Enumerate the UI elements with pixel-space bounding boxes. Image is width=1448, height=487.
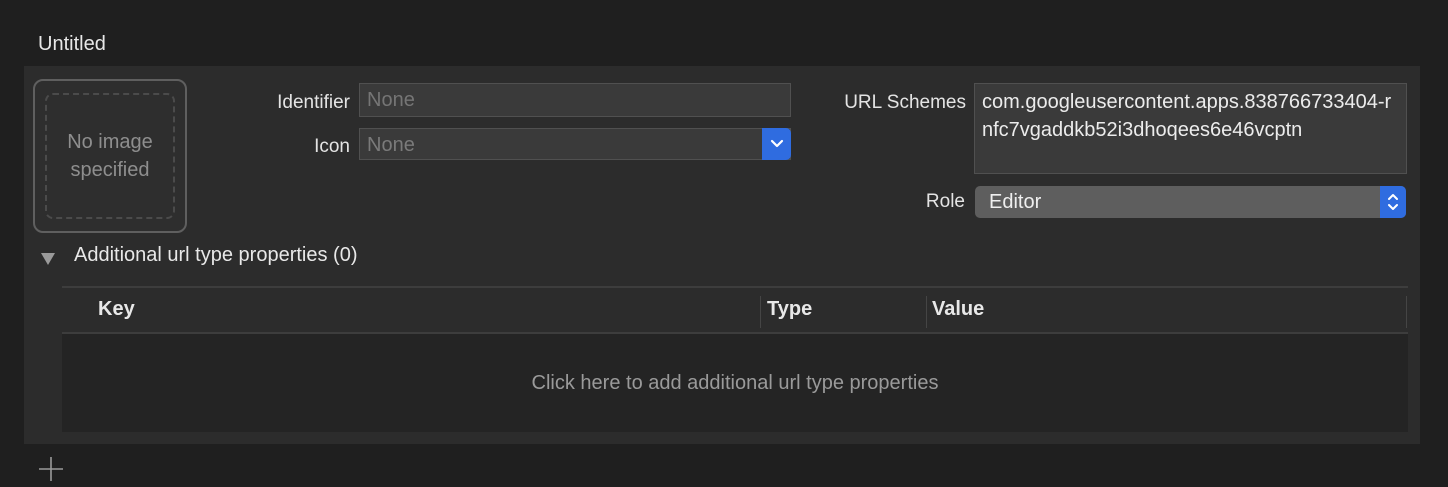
section-title: Untitled [38,33,106,55]
column-separator [1406,296,1407,328]
image-well-placeholder: No image specified [67,131,153,181]
icon-label: Icon [314,136,350,157]
identifier-label: Identifier [277,92,350,113]
column-header-key[interactable]: Key [98,298,135,321]
add-url-type-button[interactable] [38,456,64,482]
table-header: Key Type Value [62,286,1408,334]
icon-popup-value: None [367,134,415,156]
icon-popup-button[interactable] [762,128,791,160]
image-well[interactable]: No image specified [33,79,187,233]
image-well-drop-area: No image specified [45,93,175,219]
column-header-type[interactable]: Type [767,298,812,321]
role-popup[interactable]: Editor [975,186,1406,218]
url-type-panel: No image specified Identifier Icon None … [24,66,1420,444]
role-popup-button[interactable] [1380,186,1406,218]
role-label: Role [925,191,965,212]
column-separator [760,296,761,328]
additional-properties-table: Key Type Value Click here to add additio… [62,286,1408,432]
role-popup-value: Editor [989,191,1042,213]
column-header-value[interactable]: Value [932,298,984,321]
additional-properties-title: Additional url type properties (0) [74,244,358,266]
column-separator [926,296,927,328]
identifier-field[interactable] [359,83,791,117]
up-down-chevron-icon [1388,194,1398,210]
url-schemes-label: URL Schemes [844,92,966,113]
url-schemes-field[interactable]: com.googleusercontent.apps.838766733404-… [974,83,1407,174]
triangle-down-icon [41,253,55,265]
disclosure-triangle[interactable] [38,250,58,268]
plus-icon [39,457,63,481]
icon-popup[interactable]: None [359,128,791,160]
table-empty-message[interactable]: Click here to add additional url type pr… [62,334,1408,432]
chevron-down-icon [770,139,783,148]
